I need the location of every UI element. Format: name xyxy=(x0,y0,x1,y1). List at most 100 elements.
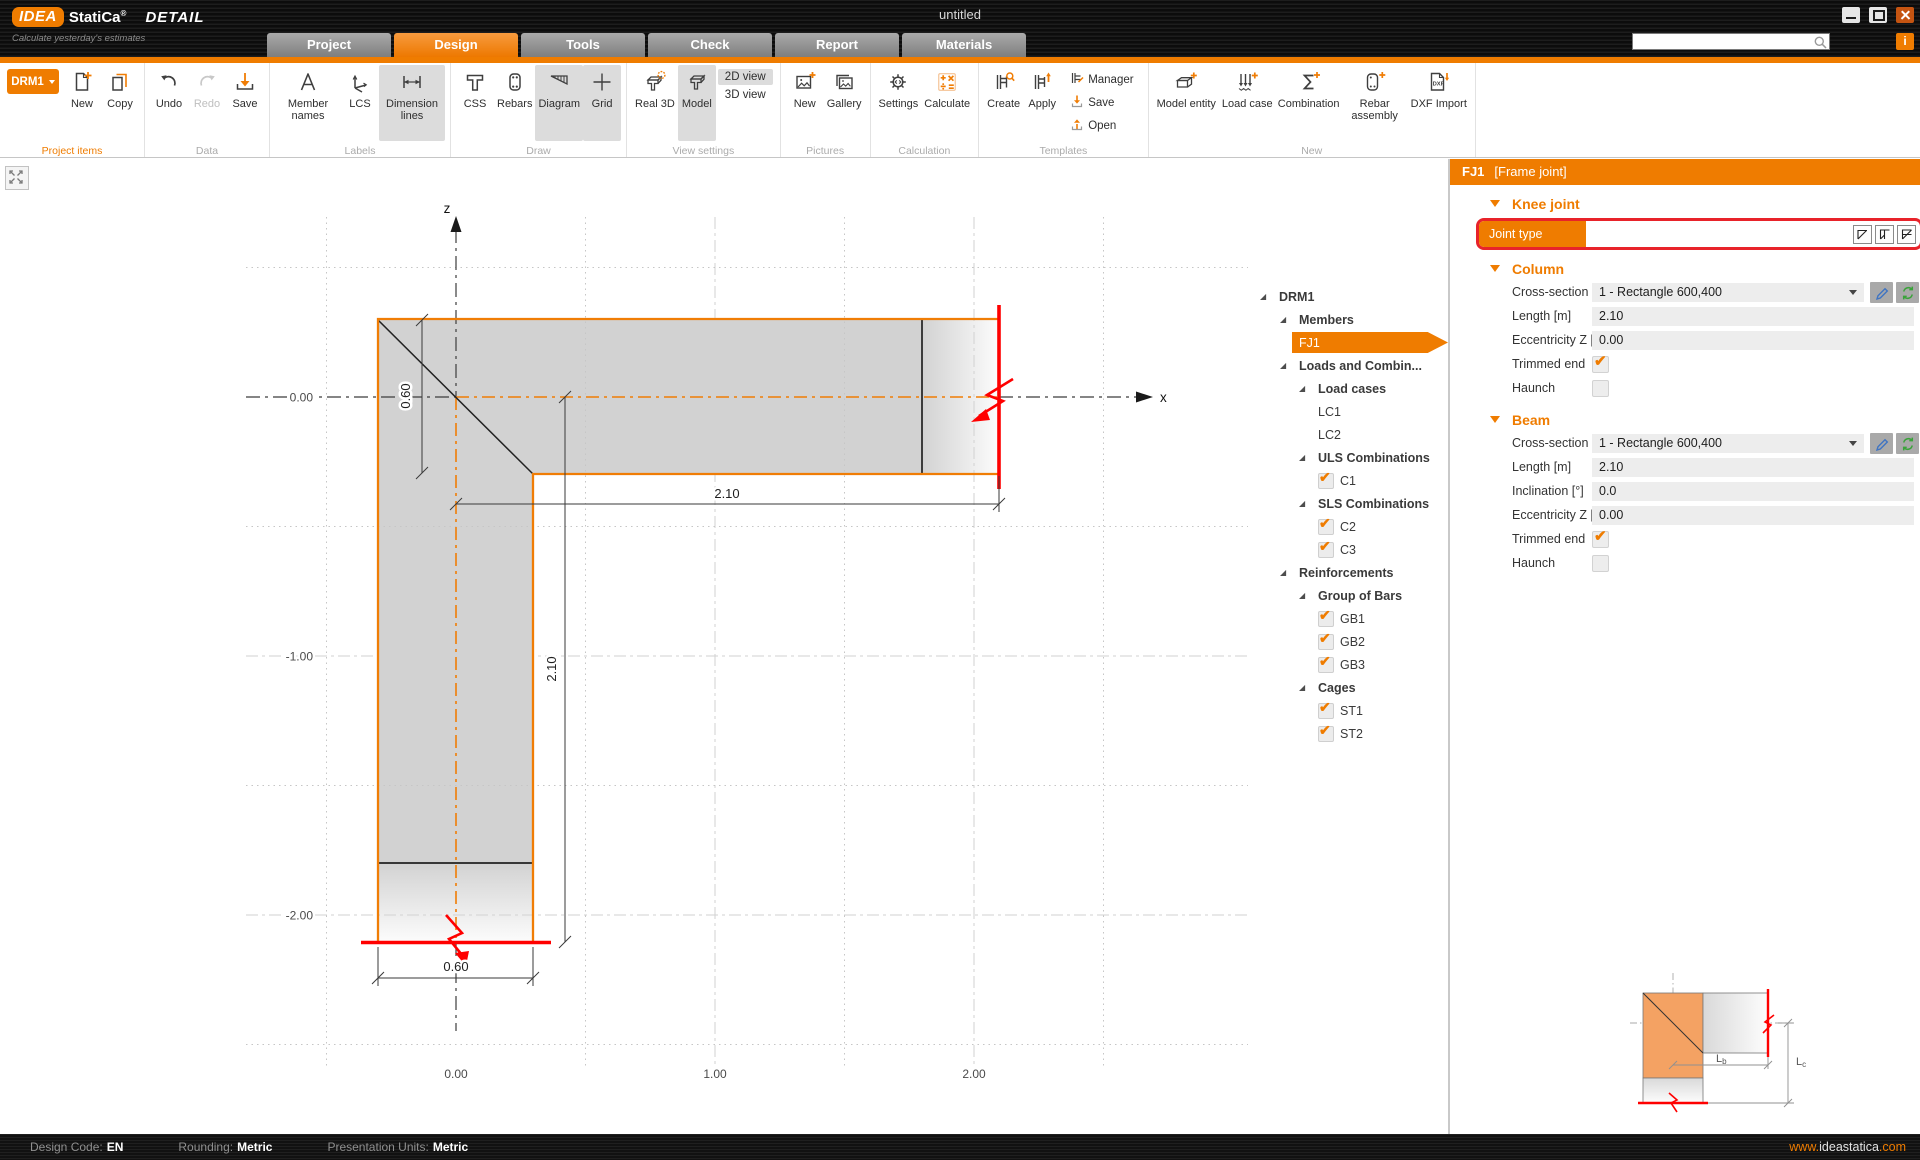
ribbon-button-css[interactable]: CSS xyxy=(456,65,494,141)
close-button[interactable] xyxy=(1896,7,1914,23)
ribbon-button-create[interactable]: Create xyxy=(984,65,1023,141)
website-link[interactable]: www.ideastatica.com xyxy=(1789,1134,1906,1160)
selected-item-code: FJ1 xyxy=(1462,164,1484,179)
ribbon-button-new[interactable]: New xyxy=(63,65,101,141)
ribbon-button-new[interactable]: New xyxy=(786,65,824,141)
tab-materials[interactable]: Materials xyxy=(902,33,1026,57)
ribbon-button-load-case[interactable]: Load case xyxy=(1219,65,1276,141)
project-item-button[interactable]: DRM1 xyxy=(7,69,59,94)
tree-item-gb2[interactable]: ✔GB2 xyxy=(1250,630,1448,653)
tree-item-sls-combinations[interactable]: ◢SLS Combinations xyxy=(1250,492,1448,515)
ribbon-button-calculate[interactable]: Calculate xyxy=(921,65,973,141)
tree-checkbox[interactable]: ✔ xyxy=(1318,703,1334,719)
tree-item-uls-combinations[interactable]: ◢ULS Combinations xyxy=(1250,446,1448,469)
ribbon-button-combination[interactable]: Combination xyxy=(1276,65,1342,141)
fit-view-button[interactable] xyxy=(5,166,29,190)
tree-item-st1[interactable]: ✔ST1 xyxy=(1250,699,1448,722)
tree-checkbox[interactable]: ✔ xyxy=(1318,634,1334,650)
tree-checkbox[interactable]: ✔ xyxy=(1318,542,1334,558)
trimmed-end-checkbox[interactable]: ✔ xyxy=(1592,356,1609,373)
eccentricity-z-m-field[interactable]: 0.00 xyxy=(1592,331,1914,350)
eccentricity-z-m-field[interactable]: 0.00 xyxy=(1592,506,1914,525)
tree-checkbox[interactable]: ✔ xyxy=(1318,519,1334,535)
ribbon-button-gallery[interactable]: Gallery xyxy=(824,65,865,141)
refresh-cross-section-button[interactable] xyxy=(1896,433,1919,454)
ribbon-button-copy[interactable]: Copy xyxy=(101,65,139,141)
ribbon-button-grid[interactable]: Grid xyxy=(583,65,621,141)
ribbon-button-real-3d[interactable]: Real 3D xyxy=(632,65,678,141)
ribbon-button-rebars[interactable]: Rebars xyxy=(494,65,535,141)
minimize-button[interactable] xyxy=(1842,7,1860,23)
tab-report[interactable]: Report xyxy=(775,33,899,57)
tree-item-group-of-bars[interactable]: ◢Group of Bars xyxy=(1250,584,1448,607)
ribbon-button-2d-view[interactable]: 2D view xyxy=(718,69,773,85)
drawing-canvas[interactable]: z x 0. xyxy=(0,159,1448,1134)
ribbon-button-save[interactable]: Save xyxy=(1063,92,1140,113)
ribbon-button-settings[interactable]: Settings xyxy=(876,65,922,141)
ribbon-button-save[interactable]: Save xyxy=(226,65,264,141)
tree-checkbox[interactable]: ✔ xyxy=(1318,473,1334,489)
ribbon-button-member-names[interactable]: Member names xyxy=(275,65,341,141)
tree-item-loads-and-combin[interactable]: ◢Loads and Combin... xyxy=(1250,354,1448,377)
ribbon-button-apply[interactable]: Apply xyxy=(1023,65,1061,141)
tree-item-c1[interactable]: ✔C1 xyxy=(1250,469,1448,492)
refresh-cross-section-button[interactable] xyxy=(1896,282,1919,303)
tab-design[interactable]: Design xyxy=(394,33,518,57)
ribbon-button-model[interactable]: Model xyxy=(678,65,716,141)
haunch-checkbox[interactable] xyxy=(1592,380,1609,397)
tree-item-c2[interactable]: ✔C2 xyxy=(1250,515,1448,538)
tab-check[interactable]: Check xyxy=(648,33,772,57)
tagline: Calculate yesterday's estimates xyxy=(12,33,145,44)
inclination-field[interactable]: 0.0 xyxy=(1592,482,1914,501)
cross-section-dropdown[interactable]: 1 - Rectangle 600,400 xyxy=(1592,434,1864,453)
section-header-knee-joint[interactable]: Knee joint xyxy=(1450,194,1920,216)
section-header-column[interactable]: Column xyxy=(1450,259,1920,281)
save-icon xyxy=(233,67,257,97)
haunch-checkbox[interactable] xyxy=(1592,555,1609,572)
trimmed-end-checkbox[interactable]: ✔ xyxy=(1592,531,1609,548)
length-m-field[interactable]: 2.10 xyxy=(1592,458,1914,477)
ribbon-button-dxf-import[interactable]: DXFDXF Import xyxy=(1408,65,1470,141)
search-input[interactable] xyxy=(1635,34,1815,49)
tree-item-lc1[interactable]: LC1 xyxy=(1250,400,1448,423)
ribbon-button-lcs[interactable]: LCS xyxy=(341,65,379,141)
tree-checkbox[interactable]: ✔ xyxy=(1318,657,1334,673)
maximize-button[interactable] xyxy=(1869,7,1887,23)
tab-tools[interactable]: Tools xyxy=(521,33,645,57)
ribbon-button-rebar-assembly[interactable]: Rebar assembly xyxy=(1342,65,1408,141)
ribbon-button-redo[interactable]: Redo xyxy=(188,65,226,141)
ribbon-button-3d-view[interactable]: 3D view xyxy=(718,87,773,103)
search-box[interactable] xyxy=(1632,33,1830,50)
section-header-beam[interactable]: Beam xyxy=(1450,410,1920,432)
tree-item-c3[interactable]: ✔C3 xyxy=(1250,538,1448,561)
ribbon-button-diagram[interactable]: Diagram xyxy=(535,65,583,141)
tree-checkbox[interactable]: ✔ xyxy=(1318,726,1334,742)
tree-item-members[interactable]: ◢Members xyxy=(1250,308,1448,331)
ribbon-button-manager[interactable]: Manager xyxy=(1063,69,1140,90)
joint-type-option-3[interactable] xyxy=(1897,225,1916,244)
joint-type-option-2[interactable] xyxy=(1875,225,1894,244)
tree-item-lc2[interactable]: LC2 xyxy=(1250,423,1448,446)
tree-item-reinforcements[interactable]: ◢Reinforcements xyxy=(1250,561,1448,584)
tree-checkbox[interactable]: ✔ xyxy=(1318,611,1334,627)
tree-item-fj1[interactable]: FJ1 xyxy=(1250,331,1448,354)
edit-cross-section-button[interactable] xyxy=(1870,282,1893,303)
tree-item-st2[interactable]: ✔ST2 xyxy=(1250,722,1448,745)
ribbon-button-dimension-lines[interactable]: Dimension lines xyxy=(379,65,445,141)
tree-item-gb1[interactable]: ✔GB1 xyxy=(1250,607,1448,630)
tree-item-gb3[interactable]: ✔GB3 xyxy=(1250,653,1448,676)
joint-type-input[interactable] xyxy=(1586,221,1853,247)
joint-type-option-1[interactable] xyxy=(1853,225,1872,244)
tree-item-load-cases[interactable]: ◢Load cases xyxy=(1250,377,1448,400)
tab-project[interactable]: Project xyxy=(267,33,391,57)
ribbon-button-open[interactable]: Open xyxy=(1063,115,1140,136)
length-m-field[interactable]: 2.10 xyxy=(1592,307,1914,326)
tree-item-cages[interactable]: ◢Cages xyxy=(1250,676,1448,699)
cross-section-dropdown[interactable]: 1 - Rectangle 600,400 xyxy=(1592,283,1864,302)
ribbon-button-undo[interactable]: Undo xyxy=(150,65,188,141)
info-button[interactable]: i xyxy=(1896,33,1914,50)
tree-item-drm1[interactable]: ◢DRM1 xyxy=(1250,285,1448,308)
project-item-selector[interactable]: DRM1 xyxy=(7,69,59,94)
ribbon-button-model-entity[interactable]: Model entity xyxy=(1154,65,1219,141)
edit-cross-section-button[interactable] xyxy=(1870,433,1893,454)
